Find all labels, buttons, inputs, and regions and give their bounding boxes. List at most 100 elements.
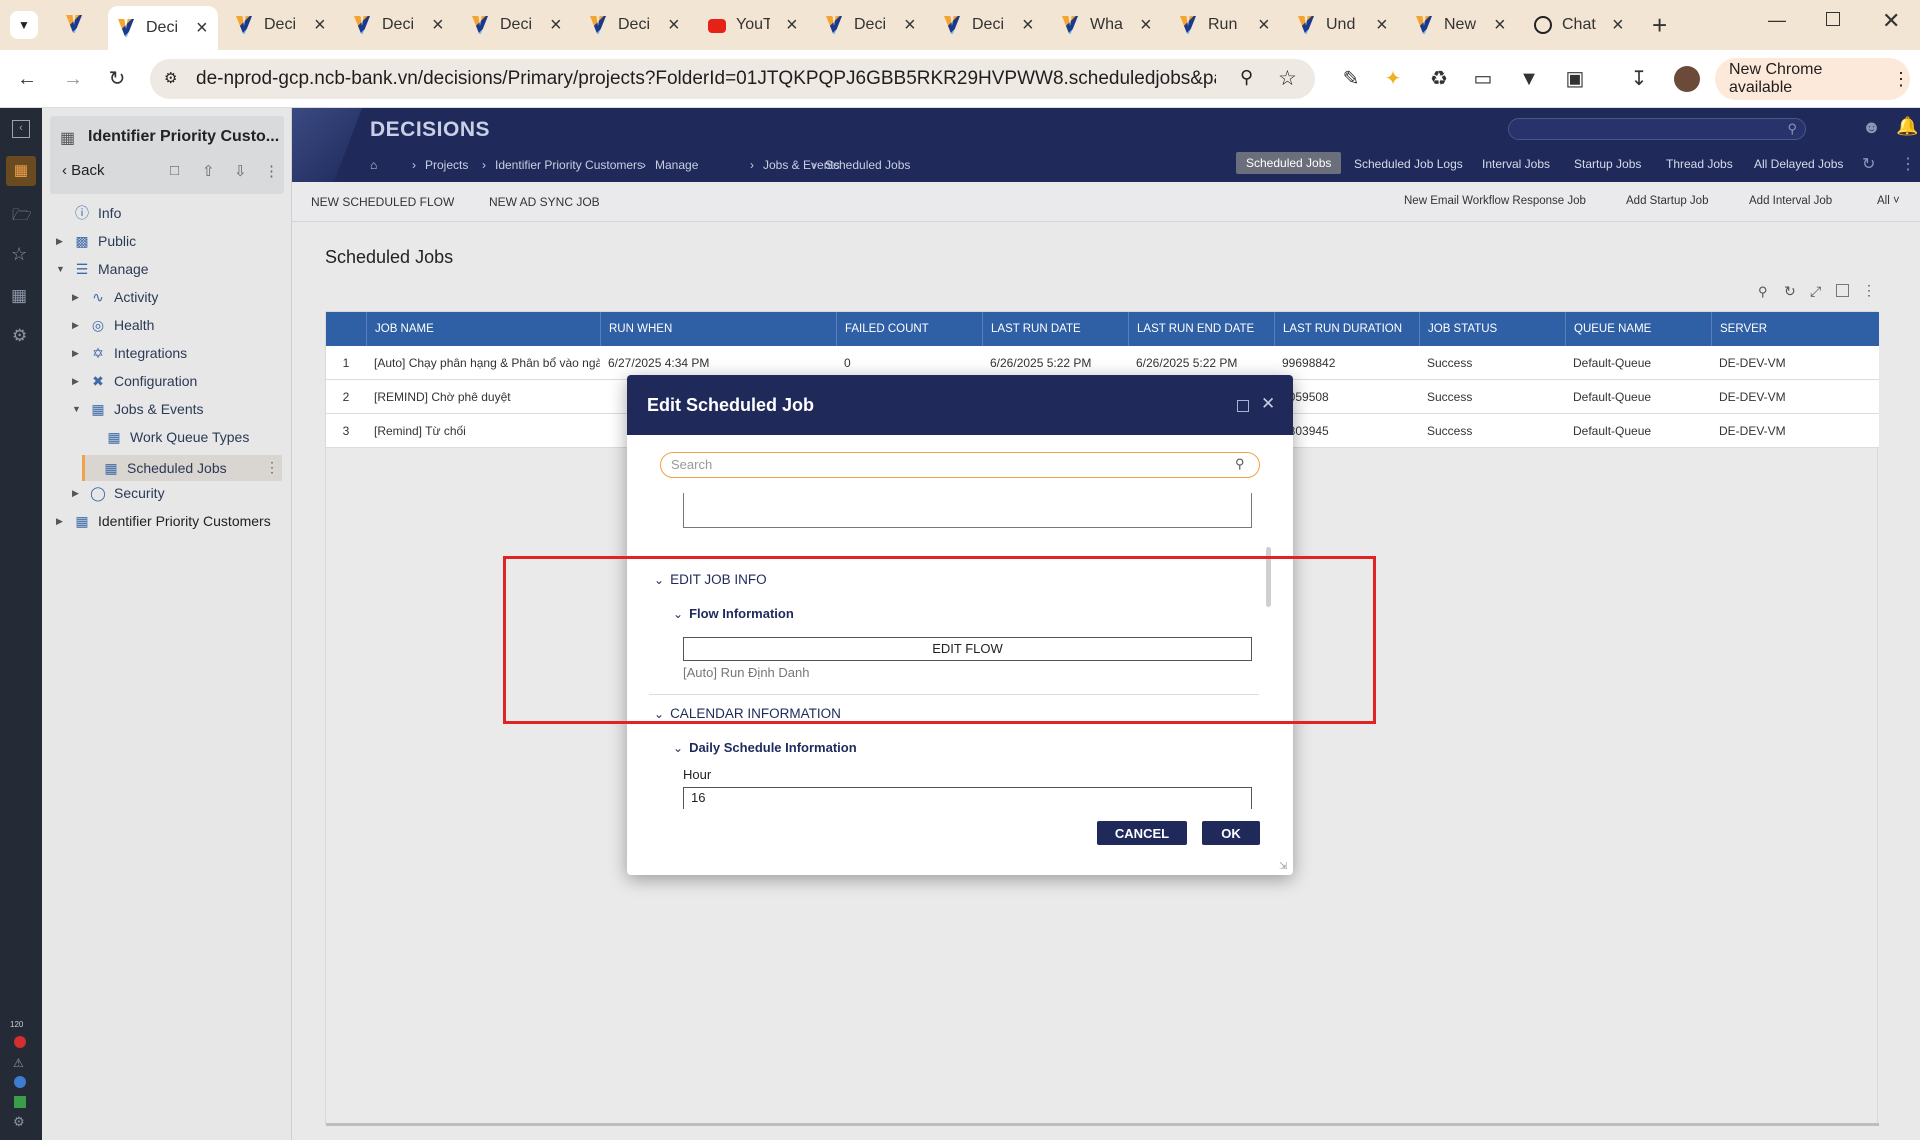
browser-tab[interactable]: New ×	[1406, 8, 1516, 42]
tree-item-activity[interactable]: ▶ ∿ Activity	[72, 285, 158, 309]
new-tab-button[interactable]: +	[1652, 10, 1667, 41]
maximize-icon[interactable]	[1237, 400, 1249, 412]
help-icon[interactable]: ⚙	[13, 1114, 25, 1130]
column-header-run-when[interactable]: RUN WHEN	[600, 312, 836, 346]
tab-close-icon[interactable]: ×	[786, 15, 798, 35]
expand-arrow-icon[interactable]: ▶	[72, 348, 84, 359]
projects-icon[interactable]: ▦	[6, 156, 36, 186]
user-account-icon[interactable]: ☻	[1862, 117, 1881, 138]
browser-tab[interactable]: Run ×	[1170, 8, 1280, 42]
chat-icon[interactable]	[14, 1076, 26, 1088]
tab-close-icon[interactable]: ×	[1258, 15, 1270, 35]
reload-icon[interactable]: ↻	[106, 68, 128, 90]
back-arrow-icon[interactable]: ←	[16, 68, 38, 90]
grid-refresh-icon[interactable]: ↻	[1784, 283, 1796, 300]
bookmark-star-icon[interactable]: ☆	[1278, 66, 1297, 91]
browser-tab[interactable]: Chat ×	[1524, 8, 1634, 42]
refresh-icon[interactable]: ↻	[1862, 154, 1875, 174]
extensions-puzzle-icon[interactable]: ▣	[1564, 68, 1586, 90]
tab-close-icon[interactable]: ×	[314, 15, 326, 35]
section-calendar-information[interactable]: ⌄ CALENDAR INFORMATION	[654, 706, 841, 721]
tab-close-icon[interactable]: ×	[1022, 15, 1034, 35]
url-text[interactable]: de-nprod-gcp.ncb-bank.vn/decisions/Prima…	[196, 68, 1216, 90]
new-scheduled-flow-button[interactable]: NEW SCHEDULED FLOW	[311, 195, 454, 209]
new-chrome-available-button[interactable]: New Chrome available ⋮	[1715, 58, 1910, 100]
browser-tab[interactable]: Deci ×	[108, 6, 218, 50]
text-area-field[interactable]	[683, 493, 1252, 528]
all-dropdown[interactable]: All ˅	[1877, 195, 1900, 207]
recycle-extension-icon[interactable]: ♻	[1428, 68, 1450, 90]
new-email-workflow-response-job-button[interactable]: New Email Workflow Response Job	[1404, 195, 1586, 207]
collapse-panel-icon[interactable]: ‹	[12, 120, 30, 138]
tree-item-scheduled-jobs-selected[interactable]: ▦ Scheduled Jobs ⋮	[82, 455, 282, 481]
tree-item-security[interactable]: ▶ ◯ Security	[72, 481, 165, 505]
warning-icon[interactable]: ⚠	[13, 1056, 24, 1070]
close-icon[interactable]: ✕	[1261, 394, 1275, 414]
restore-window-button[interactable]	[1826, 12, 1840, 26]
back-button[interactable]: ‹ Back	[62, 162, 105, 179]
more-menu-icon[interactable]: ⋮	[1900, 154, 1916, 174]
nav-link-interval-jobs[interactable]: Interval Jobs	[1482, 157, 1550, 171]
expand-arrow-icon[interactable]: ▶	[56, 516, 68, 527]
dialog-scrollbar[interactable]	[1266, 547, 1271, 607]
tab-close-icon[interactable]: ×	[904, 15, 916, 35]
edit-flow-button[interactable]: EDIT FLOW	[683, 637, 1252, 661]
add-interval-job-button[interactable]: Add Interval Job	[1749, 195, 1832, 207]
browser-tab[interactable]: Wha ×	[1052, 8, 1162, 42]
tab-close-icon[interactable]: ×	[1140, 15, 1152, 35]
resize-handle-icon[interactable]: ⇲	[1279, 861, 1287, 872]
browser-tab[interactable]: Deci ×	[344, 8, 454, 42]
tree-item-health[interactable]: ▶ ◎ Health	[72, 313, 154, 337]
tablet-extension-icon[interactable]: ▭	[1472, 68, 1494, 90]
nav-link-scheduled-jobs[interactable]: Scheduled Jobs	[1236, 152, 1342, 174]
grid-expand-icon[interactable]: ⤢	[1810, 283, 1821, 300]
tree-item-identifier-priority-customers[interactable]: ▶ ▦ Identifier Priority Customers	[56, 509, 271, 533]
document-icon[interactable]	[14, 1096, 26, 1108]
dialog-search-input[interactable]: Search	[660, 452, 1260, 478]
collapse-arrow-icon[interactable]: ▼	[56, 264, 68, 274]
forward-arrow-icon[interactable]: →	[62, 68, 84, 90]
add-startup-job-button[interactable]: Add Startup Job	[1626, 195, 1708, 207]
tab-close-icon[interactable]: ×	[1376, 15, 1388, 35]
wand-extension-icon[interactable]: ✦	[1382, 68, 1404, 90]
breadcrumb-item[interactable]: › Projects	[412, 158, 468, 172]
tree-item-configuration[interactable]: ▶ ✖ Configuration	[72, 369, 197, 393]
section-edit-job-info[interactable]: ⌄ EDIT JOB INFO	[654, 572, 767, 587]
more-options-icon[interactable]: ⋮	[264, 162, 279, 180]
new-ad-sync-job-button[interactable]: NEW AD SYNC JOB	[489, 195, 600, 209]
favorites-star-icon[interactable]: ☆	[11, 244, 27, 265]
site-info-icon[interactable]: ⚙	[164, 69, 184, 89]
folder-icon[interactable]: 🗁	[12, 204, 32, 231]
browser-tab[interactable]: YouT ×	[698, 8, 808, 42]
expand-arrow-icon[interactable]: ▶	[56, 236, 68, 247]
tree-item-work-queue-types[interactable]: ▦ Work Queue Types	[106, 425, 249, 449]
tree-item-info[interactable]: ⓘ Info	[56, 201, 121, 225]
column-header-job-name[interactable]: JOB NAME	[366, 312, 600, 346]
address-bar[interactable]: ⚙ de-nprod-gcp.ncb-bank.vn/decisions/Pri…	[150, 59, 1315, 99]
tab-close-icon[interactable]: ×	[196, 18, 208, 38]
subsection-flow-information[interactable]: ⌄ Flow Information	[673, 606, 794, 621]
column-header-failed-count[interactable]: FAILED COUNT	[836, 312, 982, 346]
export-icon[interactable]: ⇧	[202, 162, 215, 180]
column-header-server[interactable]: SERVER	[1711, 312, 1879, 346]
apps-grid-icon[interactable]: ▦	[11, 286, 27, 306]
tree-item-jobs-events[interactable]: ▼ ▦ Jobs & Events	[72, 397, 204, 421]
profile-avatar[interactable]	[1674, 66, 1700, 92]
vpn-extension-icon[interactable]: ▼	[1518, 68, 1540, 90]
tree-item-public[interactable]: ▶ ▩ Public	[56, 229, 136, 253]
browser-tab[interactable]: Deci ×	[462, 8, 572, 42]
home-icon[interactable]: ⌂	[370, 158, 377, 172]
tab-close-icon[interactable]: ×	[432, 15, 444, 35]
notifications-bell-icon[interactable]: 🔔	[1896, 116, 1918, 137]
browser-tab[interactable]: Deci ×	[816, 8, 926, 42]
minimize-window-button[interactable]: —	[1768, 10, 1786, 31]
zoom-icon[interactable]: ⚲	[1240, 67, 1253, 88]
browser-tab[interactable]: Deci ×	[580, 8, 690, 42]
grid-search-icon[interactable]: ⚲	[1758, 284, 1768, 300]
column-header-last-run-end-date[interactable]: LAST RUN END DATE	[1128, 312, 1274, 346]
close-window-button[interactable]: ✕	[1882, 8, 1900, 34]
nav-link-scheduled-job-logs[interactable]: Scheduled Job Logs	[1354, 157, 1463, 171]
global-search-input[interactable]: ⚲	[1508, 118, 1806, 140]
collapse-arrow-icon[interactable]: ▼	[72, 404, 84, 414]
nav-link-startup-jobs[interactable]: Startup Jobs	[1574, 157, 1641, 171]
